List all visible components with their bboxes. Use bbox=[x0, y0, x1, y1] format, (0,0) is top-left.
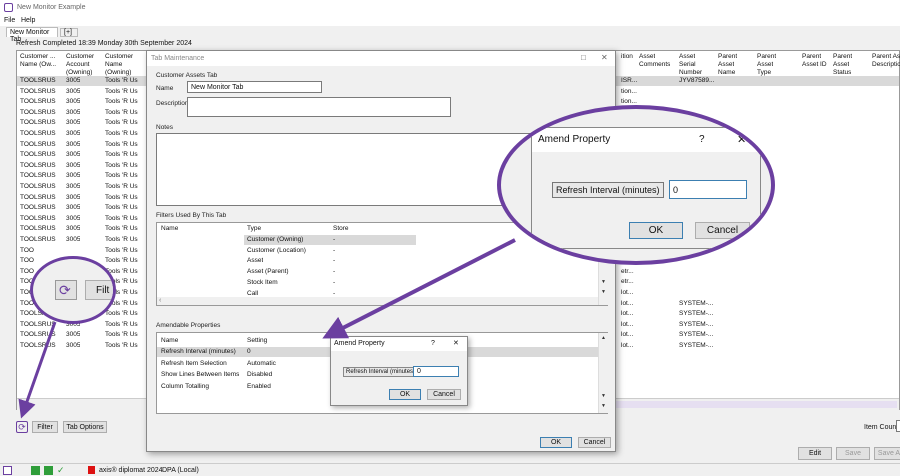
arrow-to-small-dialog bbox=[322, 238, 516, 339]
callout-arrows bbox=[18, 238, 516, 419]
arrow-to-refresh-button bbox=[18, 321, 57, 419]
